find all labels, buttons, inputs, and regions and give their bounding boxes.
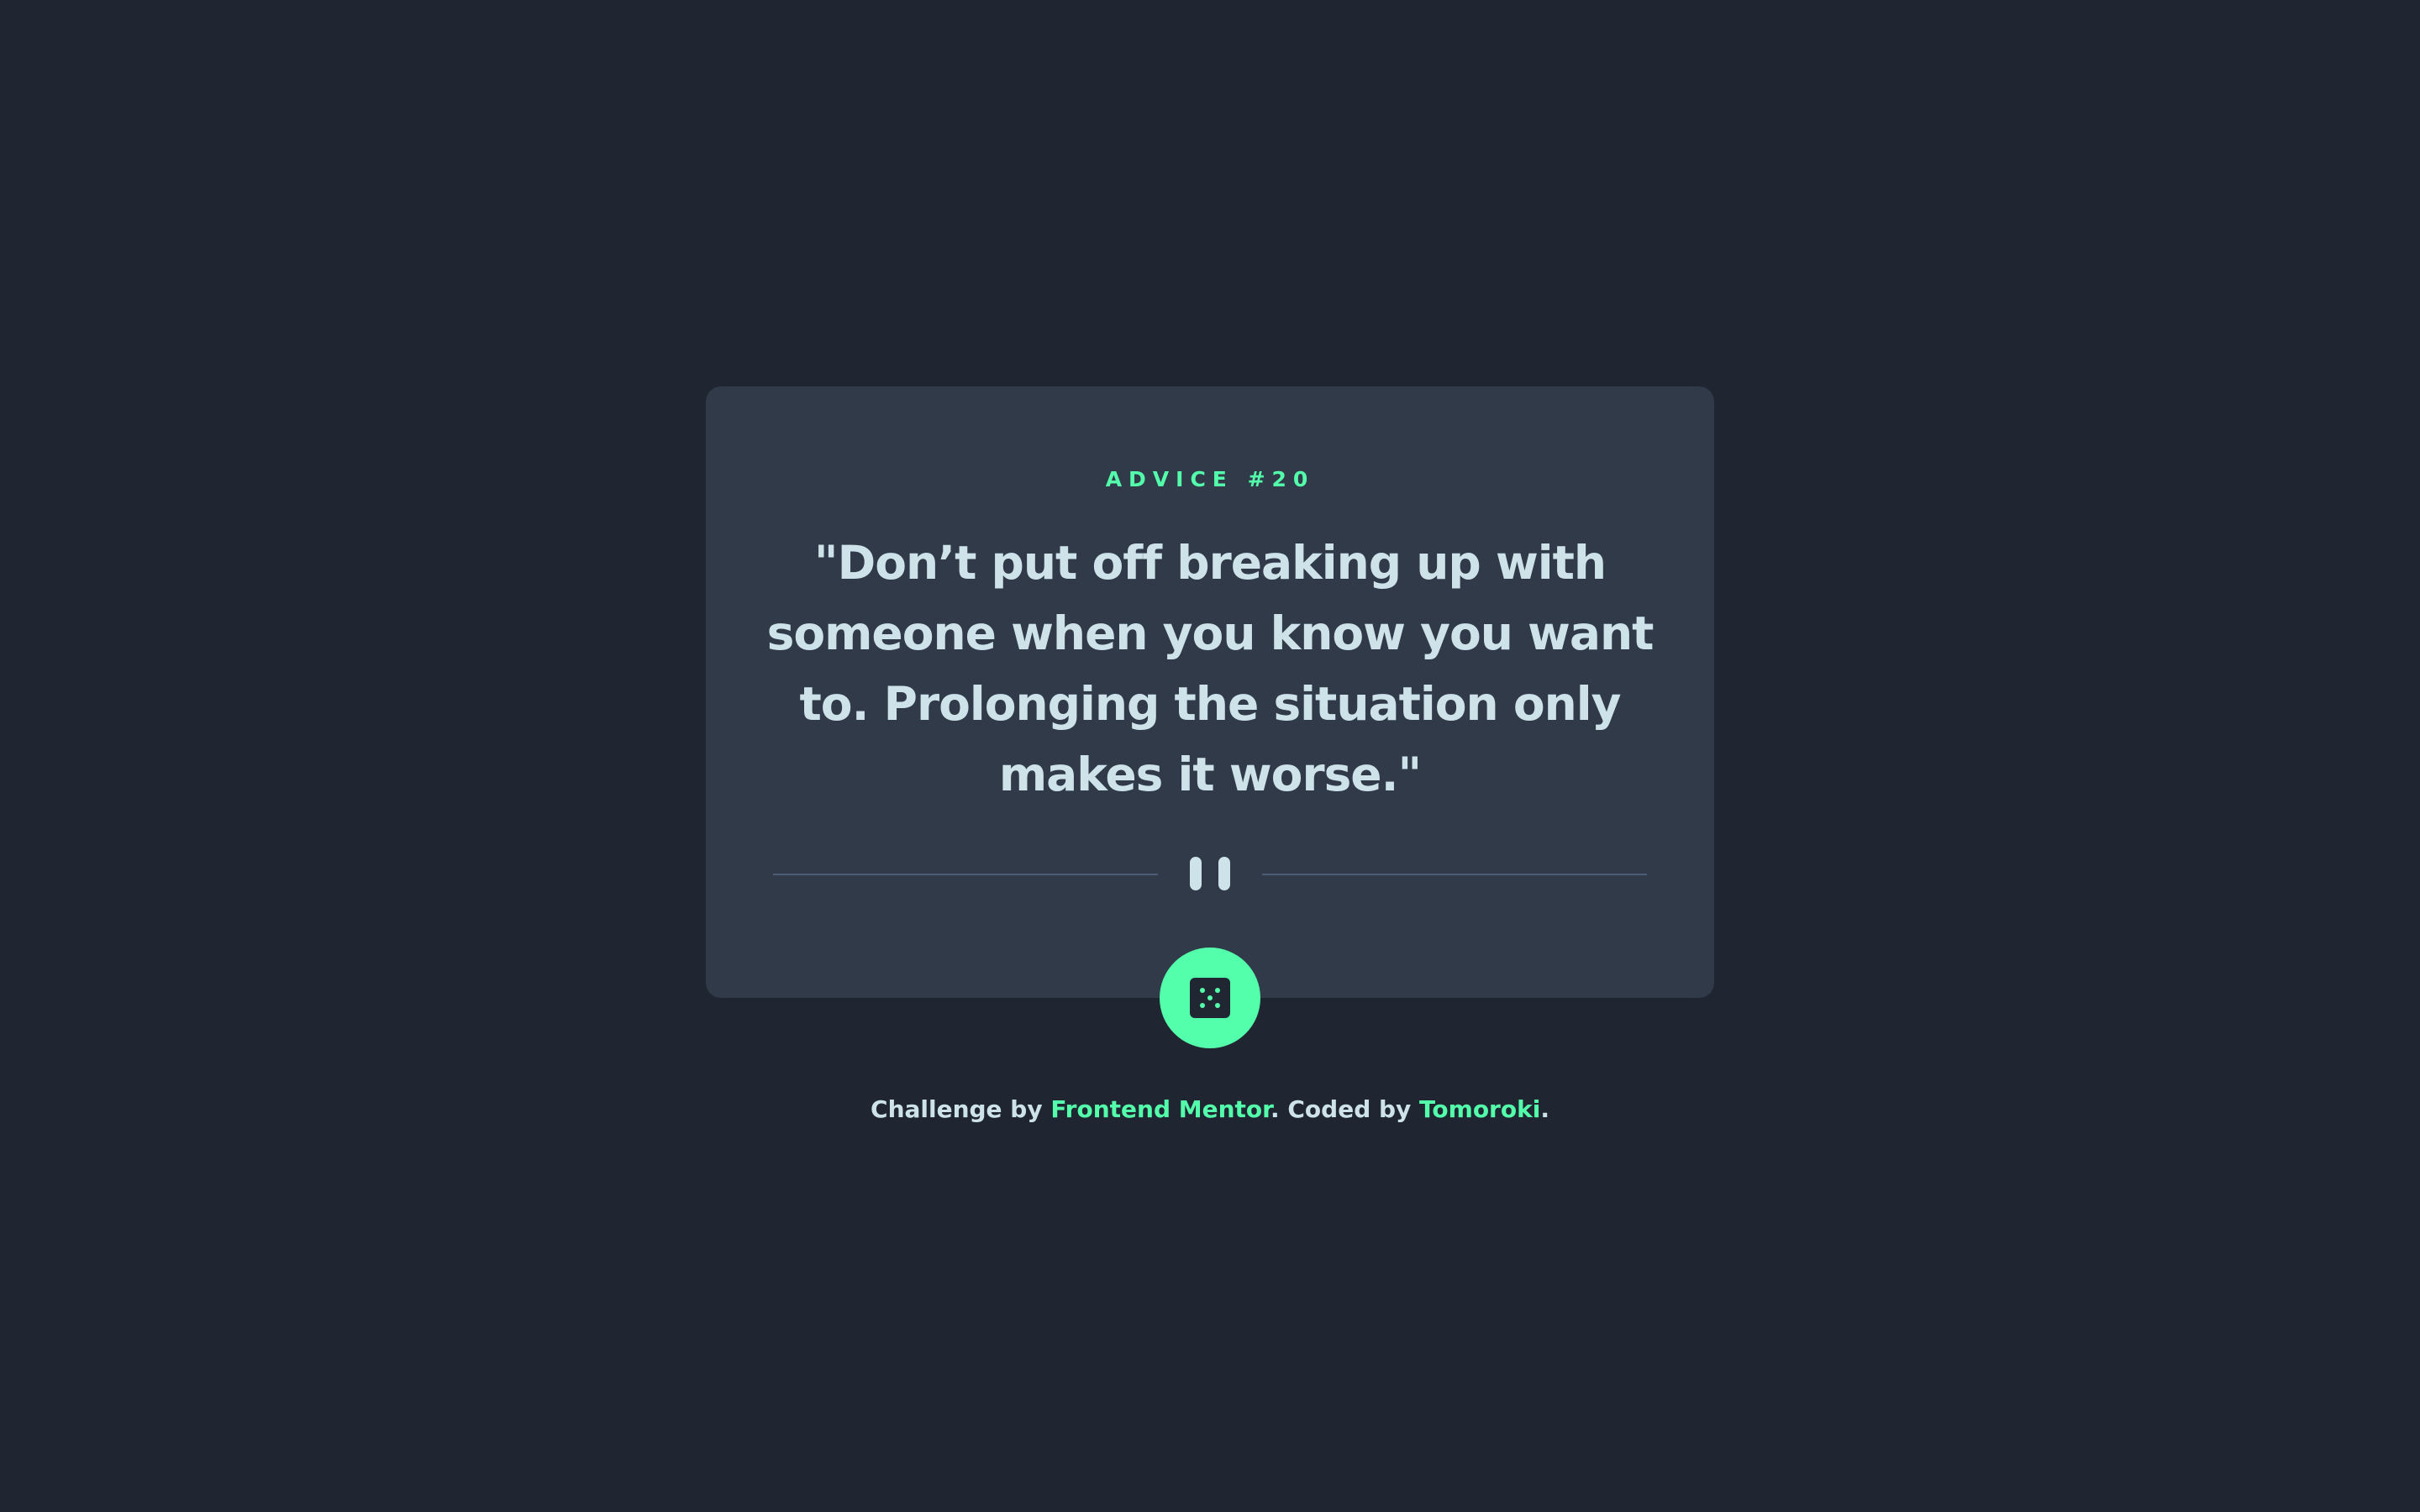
author-link[interactable]: Tomoroki <box>1419 1095 1540 1123</box>
divider-line-right <box>1262 874 1647 875</box>
pause-icon <box>1190 857 1230 890</box>
attribution-middle: . Coded by <box>1270 1095 1420 1123</box>
attribution-suffix: . <box>1540 1095 1549 1123</box>
frontend-mentor-link[interactable]: Frontend Mentor <box>1050 1095 1270 1123</box>
dice-icon <box>1190 978 1230 1018</box>
advice-quote: "Don’t put off breaking up with someone … <box>766 536 1655 801</box>
divider <box>773 857 1647 894</box>
divider-line-left <box>773 874 1158 875</box>
advice-id: ADVICE #20 <box>1105 467 1315 491</box>
attribution: Challenge by Frontend Mentor. Coded by T… <box>706 1095 1714 1123</box>
page: ADVICE #20 "Don’t put off breaking up wi… <box>0 0 2420 1512</box>
attribution-prefix: Challenge by <box>871 1095 1051 1123</box>
new-advice-button[interactable] <box>1160 948 1260 1048</box>
